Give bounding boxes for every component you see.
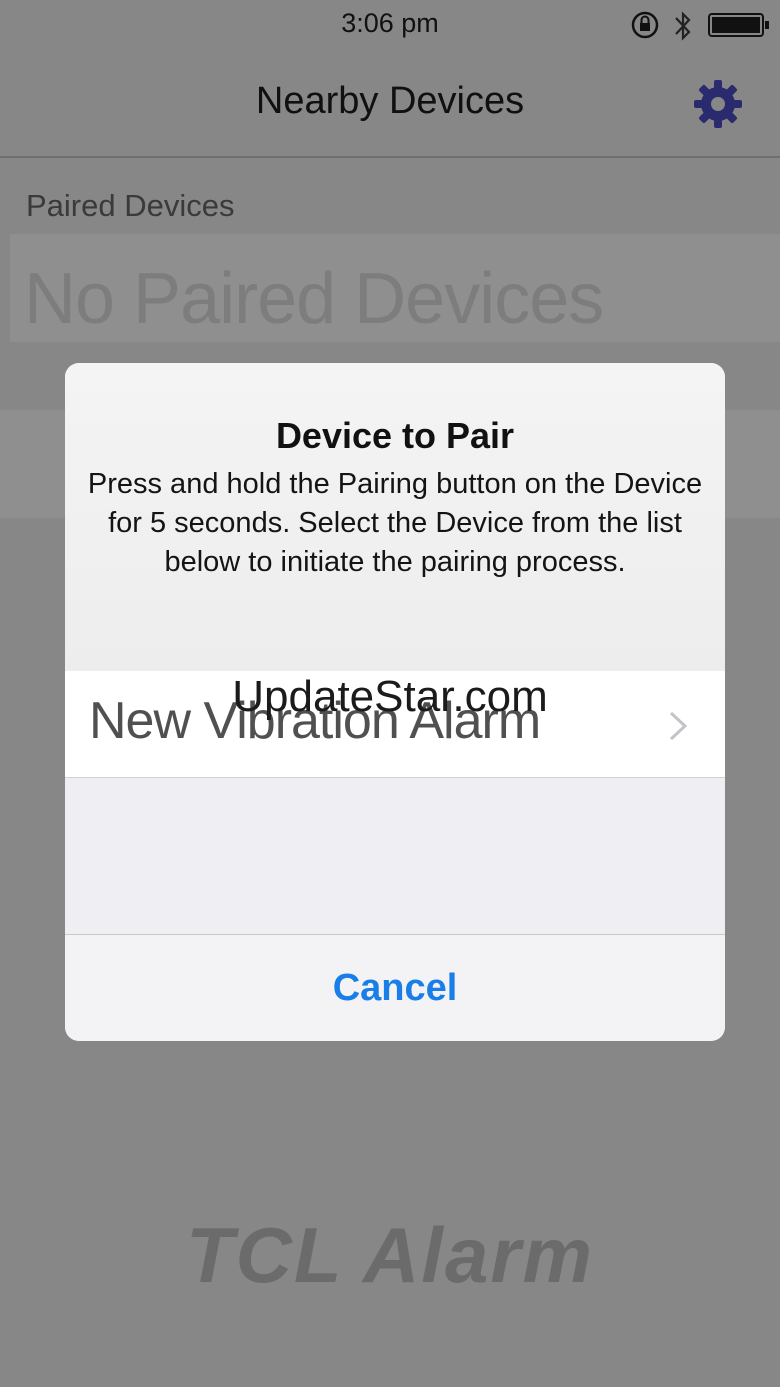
no-paired-devices-label: No Paired Devices: [24, 259, 604, 339]
tcl-alarm-logo: TCL Alarm: [185, 1211, 595, 1299]
nav-divider: [0, 156, 780, 158]
cancel-button-label: Cancel: [332, 966, 458, 1009]
gear-icon[interactable]: [692, 78, 744, 130]
cancel-button[interactable]: Cancel: [65, 935, 725, 1041]
battery-icon: [708, 13, 769, 37]
watermark: UpdateStar.com: [232, 672, 548, 721]
dialog-message: Press and hold the Pairing button on the…: [87, 468, 703, 578]
page-title: Nearby Devices: [255, 80, 525, 122]
section-header-paired: Paired Devices: [26, 188, 235, 223]
bluetooth-icon: [675, 11, 691, 41]
orientation-lock-icon: [631, 11, 659, 39]
dialog-title: Device to Pair: [275, 415, 515, 456]
status-time: 3:06 pm: [341, 8, 439, 38]
device-list-empty-area: [65, 778, 725, 934]
